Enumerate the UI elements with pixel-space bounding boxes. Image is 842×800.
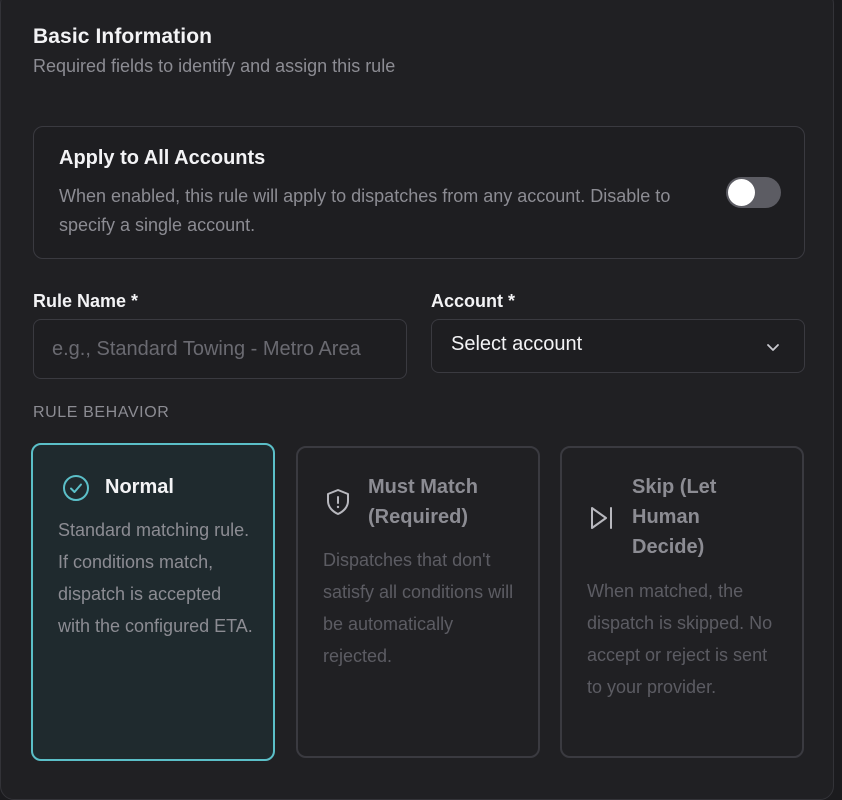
skip-forward-icon <box>591 507 612 529</box>
apply-all-accounts-description: When enabled, this rule will apply to di… <box>59 186 671 235</box>
section-subtitle: Required fields to identify and assign t… <box>33 56 396 76</box>
behavior-option-title: Normal <box>105 476 174 498</box>
behavior-option-description: When matched, the dispatch is skipped. N… <box>587 581 773 697</box>
apply-all-accounts-toggle[interactable] <box>726 177 781 208</box>
behavior-option-normal[interactable]: Normal Standard matching rule. If condit… <box>31 443 275 761</box>
behavior-option-skip[interactable]: Skip (Let Human Decide) When matched, th… <box>560 446 804 758</box>
behavior-option-title: Skip (Let Human Decide) <box>632 476 717 558</box>
account-label: Account * <box>431 291 516 311</box>
account-select-value: Select account <box>451 333 583 355</box>
rule-name-input[interactable] <box>33 319 407 379</box>
toggle-knob <box>728 179 755 206</box>
section-title: Basic Information <box>33 25 213 48</box>
shield-alert-icon <box>327 489 349 515</box>
behavior-option-description: Dispatches that don't satisfy all condit… <box>323 550 514 666</box>
chevron-down-icon <box>767 344 779 351</box>
behavior-option-title: Must Match (Required) <box>368 476 478 528</box>
check-circle-icon <box>63 475 89 501</box>
rule-behavior-heading: RULE BEHAVIOR <box>33 404 170 421</box>
account-select[interactable]: Select account <box>431 319 805 373</box>
behavior-option-must-match[interactable]: Must Match (Required) Dispatches that do… <box>296 446 540 758</box>
behavior-option-description: Standard matching rule. If conditions ma… <box>58 520 253 636</box>
rule-name-label: Rule Name * <box>33 291 139 311</box>
apply-all-accounts-card: Apply to All Accounts When enabled, this… <box>33 126 805 259</box>
apply-all-accounts-title: Apply to All Accounts <box>59 147 266 169</box>
